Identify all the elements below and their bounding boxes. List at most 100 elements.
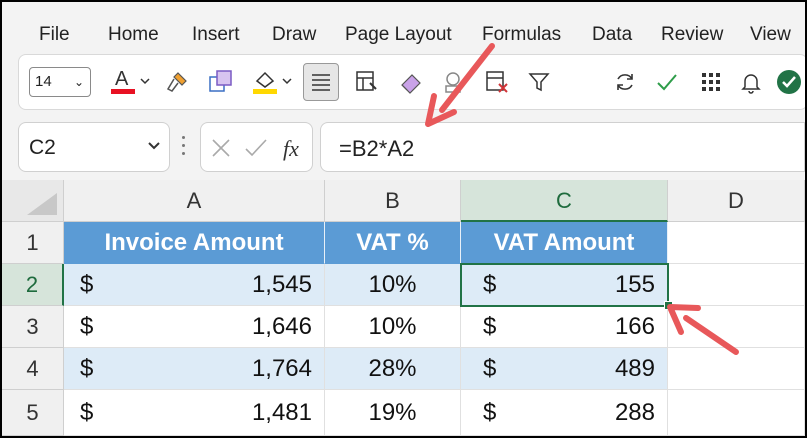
cell-d2[interactable] <box>668 264 805 306</box>
font-size-select[interactable]: 14 ⌄ <box>29 67 91 97</box>
done-icon <box>777 70 801 94</box>
fill-handle[interactable] <box>664 301 673 310</box>
grid-button[interactable] <box>693 63 729 101</box>
formula-actions: fx <box>200 122 313 172</box>
menu-review[interactable]: Review <box>661 24 723 46</box>
cell-a4[interactable]: $ 1,764 <box>64 348 325 390</box>
row-header-2[interactable]: 2 <box>2 264 64 306</box>
ribbon-toolbar: 14 ⌄ A <box>18 54 805 110</box>
column-header-c[interactable]: C <box>461 180 668 222</box>
cell-a2[interactable]: $ 1,545 <box>64 264 325 306</box>
column-header-b[interactable]: B <box>325 180 461 222</box>
select-all-corner[interactable] <box>2 180 64 222</box>
cell-b2[interactable]: 10% <box>325 264 461 306</box>
vat-percent: 19% <box>368 399 417 426</box>
delete-cells-button[interactable] <box>479 63 515 101</box>
menu-insert[interactable]: Insert <box>192 24 240 46</box>
fill-color-icon <box>253 71 292 94</box>
cell-c1[interactable]: VAT Amount <box>461 222 668 264</box>
cell-c5[interactable]: $ 288 <box>461 390 668 436</box>
cell-a3[interactable]: $ 1,646 <box>64 306 325 348</box>
delete-cells-icon <box>486 71 508 93</box>
eraser-icon <box>401 74 421 94</box>
currency-symbol: $ <box>483 355 497 382</box>
menu-page-layout[interactable]: Page Layout <box>345 24 452 46</box>
header-vat-percent: VAT % <box>356 229 429 256</box>
column-header-a[interactable]: A <box>64 180 325 222</box>
formula-input[interactable]: =B2*A2 <box>320 122 805 172</box>
menu-data[interactable]: Data <box>592 24 632 46</box>
enter-icon[interactable] <box>243 136 269 160</box>
menu-draw[interactable]: Draw <box>272 24 316 46</box>
row-header-4[interactable]: 4 <box>2 348 64 390</box>
cell-d1[interactable] <box>668 222 805 264</box>
name-box-value: C2 <box>29 136 56 159</box>
header-vat-amount: VAT Amount <box>493 229 635 256</box>
font-color-button[interactable]: A <box>105 63 153 101</box>
currency-symbol: $ <box>483 313 497 340</box>
cell-b1[interactable]: VAT % <box>325 222 461 264</box>
filter-button[interactable] <box>521 63 557 101</box>
excel-window: File Home Insert Draw Page Layout Formul… <box>2 2 805 436</box>
row-header-1[interactable]: 1 <box>2 222 64 264</box>
refresh-button[interactable] <box>607 63 643 101</box>
clear-formats-icon <box>445 72 461 93</box>
filter-icon <box>528 73 550 92</box>
done-button[interactable] <box>771 63 805 101</box>
currency-symbol: $ <box>80 313 94 340</box>
notifications-button[interactable] <box>733 63 769 101</box>
vat-amount: 489 <box>614 355 655 382</box>
header-invoice-amount: Invoice Amount <box>104 229 284 256</box>
row-header-5[interactable]: 5 <box>2 390 64 436</box>
vat-percent: 10% <box>368 271 417 298</box>
row-header-3[interactable]: 3 <box>2 306 64 348</box>
cell-b4[interactable]: 28% <box>325 348 461 390</box>
cell-a1[interactable]: Invoice Amount <box>64 222 325 264</box>
vat-percent: 10% <box>368 313 417 340</box>
name-box[interactable]: C2 <box>18 122 170 172</box>
cell-b5[interactable]: 19% <box>325 390 461 436</box>
fill-color-button[interactable] <box>247 63 295 101</box>
checkmark-icon <box>657 74 677 91</box>
chevron-down-icon <box>148 142 160 150</box>
cell-c3[interactable]: $ 166 <box>461 306 668 348</box>
bell-icon <box>741 74 761 94</box>
cell-d5[interactable] <box>668 390 805 436</box>
format-cells-button[interactable] <box>349 63 385 101</box>
cell-c4[interactable]: $ 489 <box>461 348 668 390</box>
currency-symbol: $ <box>483 399 497 426</box>
vat-percent: 28% <box>368 355 417 382</box>
align-center-button[interactable] <box>303 63 339 101</box>
menu-bar: File Home Insert Draw Page Layout Formul… <box>2 2 805 48</box>
invoice-amount: 1,545 <box>251 271 312 298</box>
svg-text:A: A <box>115 68 129 90</box>
formula-text: =B2*A2 <box>339 136 415 161</box>
invoice-amount: 1,481 <box>251 399 312 426</box>
formula-bar-splitter[interactable] <box>182 136 186 158</box>
currency-symbol: $ <box>483 271 497 298</box>
invoice-amount: 1,764 <box>251 355 312 382</box>
cancel-icon[interactable] <box>209 136 233 160</box>
menu-view[interactable]: View <box>750 24 791 46</box>
cell-c2[interactable]: $ 155 <box>461 264 668 306</box>
cell-a5[interactable]: $ 1,481 <box>64 390 325 436</box>
cell-b3[interactable]: 10% <box>325 306 461 348</box>
column-header-d[interactable]: D <box>668 180 805 222</box>
checkmark-button[interactable] <box>649 63 685 101</box>
cell-d4[interactable] <box>668 348 805 390</box>
currency-symbol: $ <box>80 399 94 426</box>
eraser-button[interactable] <box>393 63 429 101</box>
font-size-value: 14 <box>35 73 52 90</box>
cell-styles-button[interactable] <box>203 63 239 101</box>
format-cells-icon <box>356 71 377 91</box>
clear-formats-button[interactable] <box>435 63 471 101</box>
menu-home[interactable]: Home <box>108 24 159 46</box>
cell-d3[interactable] <box>668 306 805 348</box>
currency-symbol: $ <box>80 355 94 382</box>
menu-file[interactable]: File <box>39 24 70 46</box>
insert-function-icon[interactable]: fx <box>281 134 307 162</box>
format-painter-button[interactable] <box>159 63 195 101</box>
vat-amount: 288 <box>614 399 655 426</box>
currency-symbol: $ <box>80 271 94 298</box>
menu-formulas[interactable]: Formulas <box>482 24 561 46</box>
